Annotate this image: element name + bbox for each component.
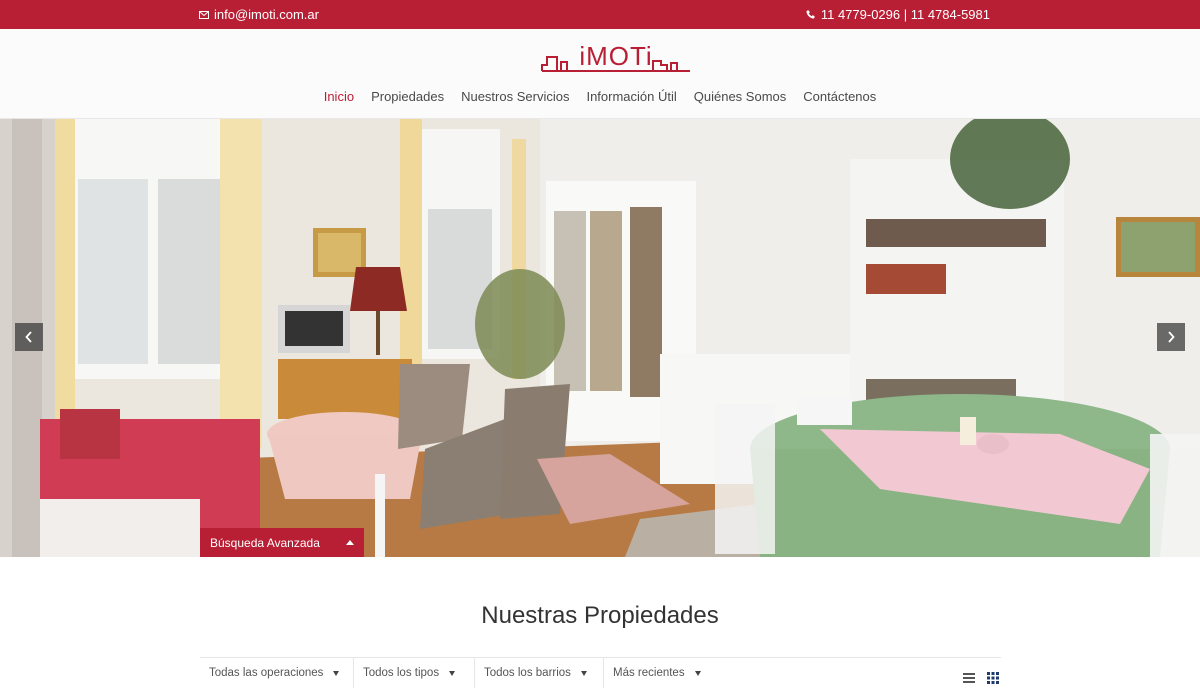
advanced-search-label: Búsqueda Avanzada xyxy=(210,535,320,550)
dropdown-arrow-icon xyxy=(580,671,587,676)
top-bar: info@imoti.com.ar 11 4779-0296 | 11 4784… xyxy=(0,0,1200,29)
dropdown-arrow-icon xyxy=(449,671,456,676)
property-filters: Todas las operaciones Todos los tipos To… xyxy=(200,657,1001,688)
contact-email[interactable]: info@imoti.com.ar xyxy=(199,7,319,22)
list-view-icon[interactable] xyxy=(963,673,975,683)
slider-prev-button[interactable] xyxy=(15,323,43,351)
caret-up-icon xyxy=(346,540,354,545)
advanced-search-toggle[interactable]: Búsqueda Avanzada xyxy=(200,528,364,557)
nav-item-informacion[interactable]: Información Útil xyxy=(586,89,676,104)
email-text[interactable]: info@imoti.com.ar xyxy=(214,7,319,22)
filter-sort-label: Más recientes xyxy=(613,667,685,679)
grid-view-icon[interactable] xyxy=(987,672,999,684)
nav-item-contacto[interactable]: Contáctenos xyxy=(803,89,876,104)
site-header: iMOTi Inicio Propiedades Nuestros Servic… xyxy=(0,29,1200,119)
main-nav: Inicio Propiedades Nuestros Servicios In… xyxy=(0,89,1200,104)
phones-text: 11 4779-0296 | 11 4784-5981 xyxy=(820,7,990,22)
filter-operation-dropdown[interactable]: Todas las operaciones xyxy=(200,658,354,688)
hero-slider: Búsqueda Avanzada xyxy=(0,119,1200,557)
site-logo[interactable]: iMOTi xyxy=(541,41,691,75)
filter-neighborhood-label: Todos los barrios xyxy=(484,667,571,679)
dropdown-arrow-icon xyxy=(333,671,340,676)
logo-wordmark: iMOTi xyxy=(579,41,653,71)
phone-icon xyxy=(806,10,815,19)
section-title: Nuestras Propiedades xyxy=(481,602,719,629)
filter-operation-label: Todas las operaciones xyxy=(209,667,324,679)
chevron-right-icon xyxy=(1168,331,1175,343)
slider-next-button[interactable] xyxy=(1157,323,1185,351)
chevron-left-icon xyxy=(25,331,32,343)
nav-item-quienes-somos[interactable]: Quiénes Somos xyxy=(694,89,787,104)
nav-item-inicio[interactable]: Inicio xyxy=(324,89,354,104)
nav-item-propiedades[interactable]: Propiedades xyxy=(371,89,444,104)
contact-phones: 11 4779-0296 | 11 4784-5981 xyxy=(806,7,990,22)
filter-type-dropdown[interactable]: Todos los tipos xyxy=(354,658,475,688)
view-toggle xyxy=(963,672,999,684)
envelope-icon xyxy=(199,10,209,19)
dropdown-arrow-icon xyxy=(694,671,701,676)
filter-type-label: Todos los tipos xyxy=(363,667,440,679)
hero-room-image xyxy=(0,119,1200,557)
filter-sort-dropdown[interactable]: Más recientes xyxy=(604,658,714,688)
nav-item-servicios[interactable]: Nuestros Servicios xyxy=(461,89,569,104)
filter-neighborhood-dropdown[interactable]: Todos los barrios xyxy=(475,658,604,688)
